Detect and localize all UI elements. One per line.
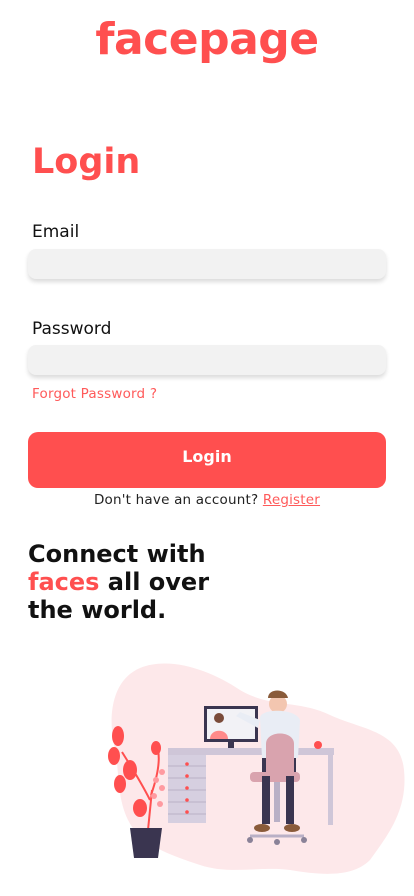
password-field[interactable] — [28, 345, 386, 375]
email-field[interactable] — [28, 249, 386, 279]
tagline-line3: the world. — [28, 596, 167, 624]
forgot-password-link[interactable]: Forgot Password ? — [32, 386, 157, 402]
email-label: Email — [32, 222, 80, 242]
tagline: Connect with faces all over the world. — [28, 540, 209, 624]
tagline-line1: Connect with — [28, 540, 206, 568]
tagline-accent: faces — [28, 568, 100, 596]
register-link[interactable]: Register — [263, 492, 320, 508]
register-prompt: Don't have an account? Register — [0, 492, 414, 508]
brand-logo: facepage — [95, 14, 319, 65]
password-label: Password — [32, 319, 112, 339]
login-button[interactable]: Login — [28, 432, 386, 488]
no-account-text: Don't have an account? — [93, 492, 259, 508]
tagline-line2: faces all over — [28, 568, 209, 596]
page-title: Login — [32, 142, 141, 182]
tagline-line2-rest: all over — [99, 568, 210, 596]
video-call-illustration-icon — [108, 663, 405, 874]
